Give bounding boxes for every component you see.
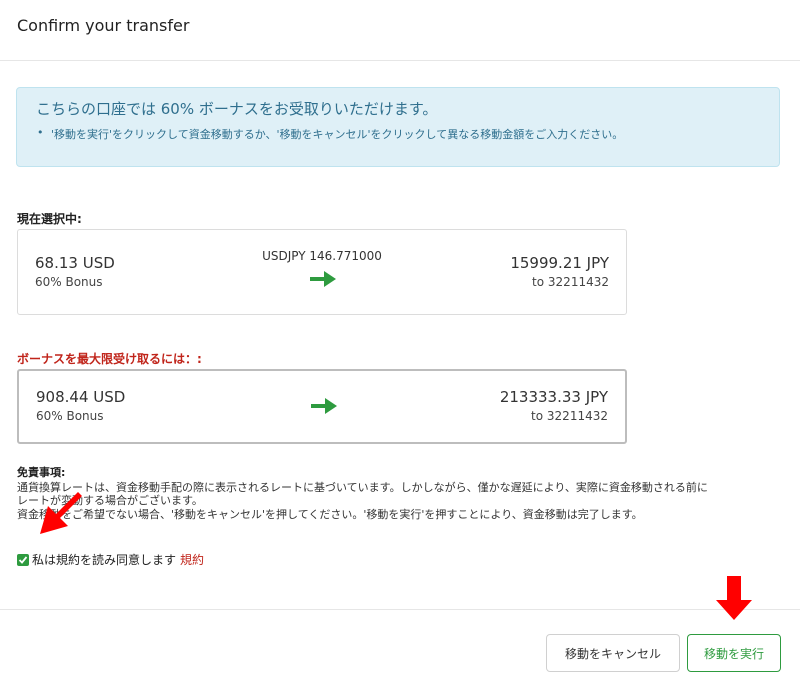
current-transfer-card: 68.13 USD 60% Bonus USDJPY 146.771000 15… [17,229,627,315]
annotation-arrow-down-icon [716,576,752,620]
agree-checkbox[interactable] [17,554,29,566]
max-bonus-transfer-card: 908.44 USD 60% Bonus 213333.33 JPY to 32… [17,369,627,444]
agree-terms-row: 私は規約を読み同意します 規約 [17,551,204,568]
dialog-header: Confirm your transfer [0,0,800,61]
agree-label: 私は規約を読み同意します [32,553,177,567]
current-from-bonus: 60% Bonus [35,275,103,289]
cancel-transfer-button[interactable]: 移動をキャンセル [546,634,680,672]
execute-transfer-button[interactable]: 移動を実行 [687,634,781,672]
terms-link[interactable]: 規約 [180,553,204,567]
dialog-title: Confirm your transfer [17,16,190,35]
max-to-account: to 32211432 [531,409,608,423]
disclaimer-title: 免責事項: [17,466,66,479]
current-selection-label: 現在選択中: [17,212,82,226]
checkmark-icon [18,556,28,564]
footer-divider [0,609,800,610]
arrow-right-icon [311,398,337,418]
bullet: • [37,126,44,139]
bonus-info-text: '移動を実行'をクリックして資金移動するか、'移動をキャンセル'をクリックして異… [51,128,624,141]
max-to-amount: 213333.33 JPY [499,388,608,406]
bonus-info-item: • '移動を実行'をクリックして資金移動するか、'移動をキャンセル'をクリックし… [37,126,624,142]
max-from-bonus: 60% Bonus [36,409,104,423]
disclaimer-line-3: 資金移動をご希望でない場合、'移動をキャンセル'を押してください。'移動を実行'… [17,508,643,521]
bonus-info-heading: こちらの口座では 60% ボーナスをお受取りいただけます。 [36,100,438,118]
annotation-arrow-icon [40,492,82,534]
bonus-info-alert: こちらの口座では 60% ボーナスをお受取りいただけます。 • '移動を実行'を… [16,87,780,167]
max-from-amount: 908.44 USD [36,388,126,406]
max-bonus-label: ボーナスを最大限受け取るには：: [17,352,202,366]
arrow-right-icon [310,271,336,291]
current-to-amount: 15999.21 JPY [510,254,609,272]
current-to-account: to 32211432 [532,275,609,289]
